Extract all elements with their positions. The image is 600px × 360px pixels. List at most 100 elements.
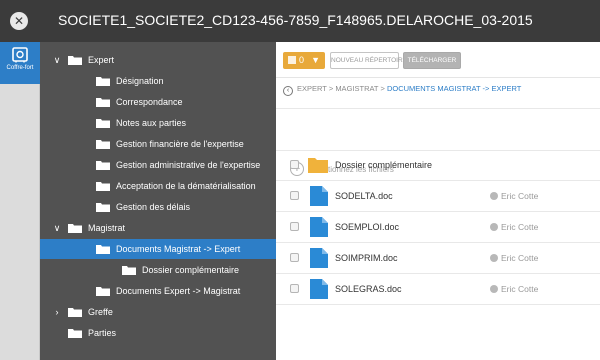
breadcrumb: ‹ EXPERT > MAGISTRAT > DOCUMENTS MAGISTRA… bbox=[283, 82, 521, 96]
tree-item-label: Gestion des délais bbox=[116, 202, 191, 212]
tree-item[interactable]: ∨ Expert bbox=[40, 50, 276, 70]
owner-name: Eric Cotte bbox=[501, 222, 539, 232]
breadcrumb-current: DOCUMENTS MAGISTRAT -> EXPERT bbox=[386, 84, 522, 93]
file-name[interactable]: Dossier complémentaire bbox=[335, 150, 432, 180]
tree-item[interactable]: › Greffe bbox=[40, 302, 276, 322]
file-row[interactable]: SOIMPRIM.doc Eric Cotte bbox=[276, 243, 600, 273]
file-owner: Eric Cotte bbox=[490, 243, 538, 273]
rail-item-label: Coffre-fort bbox=[6, 65, 34, 71]
window-title: SOCIETE1_SOCIETE2_CD123-456-7859_F148965… bbox=[58, 12, 533, 28]
file-row[interactable]: SOLEGRAS.doc Eric Cotte bbox=[276, 274, 600, 304]
row-checkbox[interactable] bbox=[290, 160, 299, 169]
tree-item[interactable]: Dossier complémentaire bbox=[40, 260, 276, 280]
chevron-down-icon[interactable]: ∨ bbox=[52, 218, 62, 238]
row-checkbox[interactable] bbox=[290, 253, 299, 262]
folder-icon bbox=[96, 287, 110, 296]
tree-item-label: Greffe bbox=[88, 307, 113, 317]
file-name[interactable]: SOLEGRAS.doc bbox=[335, 274, 402, 304]
file-panel: 0 ▼ NOUVEAU RÉPERTOIRE TÉLÉCHARGER ‹ EXPE… bbox=[276, 42, 600, 360]
folder-icon bbox=[96, 161, 110, 170]
breadcrumb-item[interactable]: MAGISTRAT bbox=[335, 84, 378, 93]
row-checkbox[interactable] bbox=[290, 284, 299, 293]
back-icon[interactable]: ‹ bbox=[283, 86, 293, 96]
folder-icon bbox=[96, 245, 110, 254]
folder-icon bbox=[68, 56, 82, 65]
download-button[interactable]: TÉLÉCHARGER bbox=[403, 52, 461, 69]
tree-item-label: Gestion financière de l'expertise bbox=[116, 139, 244, 149]
file-row[interactable]: SOEMPLOI.doc Eric Cotte bbox=[276, 212, 600, 242]
title-bar: ✕ SOCIETE1_SOCIETE2_CD123-456-7859_F1489… bbox=[0, 0, 600, 42]
folder-icon bbox=[68, 308, 82, 317]
file-row[interactable]: SODELTA.doc Eric Cotte bbox=[276, 181, 600, 211]
toolbar: 0 ▼ NOUVEAU RÉPERTOIRE TÉLÉCHARGER bbox=[276, 42, 600, 78]
user-icon bbox=[490, 192, 498, 200]
breadcrumb-item[interactable]: EXPERT bbox=[297, 84, 327, 93]
tree-item-label: Correspondance bbox=[116, 97, 183, 107]
tree-item[interactable]: Acceptation de la dématérialisation bbox=[40, 176, 276, 196]
tree-item-label: Documents Magistrat -> Expert bbox=[116, 244, 241, 254]
folder-icon bbox=[308, 158, 328, 173]
file-row[interactable]: Dossier complémentaire bbox=[276, 150, 600, 180]
tree-item-label: Expert bbox=[88, 55, 115, 65]
document-icon bbox=[310, 217, 328, 237]
tree-item[interactable]: Notes aux parties bbox=[40, 113, 276, 133]
divider bbox=[276, 304, 600, 305]
tree-item-label: Notes aux parties bbox=[116, 118, 187, 128]
chevron-right-icon[interactable]: › bbox=[52, 302, 62, 322]
user-icon bbox=[490, 223, 498, 231]
tree-item[interactable]: Correspondance bbox=[40, 92, 276, 112]
new-folder-button[interactable]: NOUVEAU RÉPERTOIRE bbox=[330, 52, 407, 69]
checkbox-icon bbox=[288, 56, 296, 64]
breadcrumb-separator: > bbox=[378, 84, 387, 93]
tree-item-label: Désignation bbox=[116, 76, 164, 86]
tree-item-label: Documents Expert -> Magistrat bbox=[116, 286, 241, 296]
folder-icon bbox=[96, 140, 110, 149]
tree-item[interactable]: Documents Expert -> Magistrat bbox=[40, 281, 276, 301]
folder-icon bbox=[96, 182, 110, 191]
close-icon[interactable]: ✕ bbox=[10, 12, 28, 30]
tree-item[interactable]: Parties bbox=[40, 323, 276, 343]
file-owner: Eric Cotte bbox=[490, 274, 538, 304]
file-owner: Eric Cotte bbox=[490, 181, 538, 211]
tree-item[interactable]: Gestion administrative de l'expertise bbox=[40, 155, 276, 175]
owner-name: Eric Cotte bbox=[501, 191, 539, 201]
divider bbox=[276, 108, 600, 109]
file-owner: Eric Cotte bbox=[490, 212, 538, 242]
row-checkbox[interactable] bbox=[290, 222, 299, 231]
user-icon bbox=[490, 254, 498, 262]
app-rail: Coffre-fort bbox=[0, 42, 40, 360]
document-icon bbox=[310, 248, 328, 268]
folder-icon bbox=[96, 119, 110, 128]
owner-name: Eric Cotte bbox=[501, 253, 539, 263]
selection-count: 0 bbox=[299, 55, 305, 65]
tree-item[interactable]: Désignation bbox=[40, 71, 276, 91]
file-name[interactable]: SOEMPLOI.doc bbox=[335, 212, 399, 242]
chevron-down-icon: ▼ bbox=[311, 55, 320, 65]
tree-item-label: Gestion administrative de l'expertise bbox=[116, 160, 261, 170]
tree-item-label: Dossier complémentaire bbox=[142, 265, 240, 275]
document-icon bbox=[310, 186, 328, 206]
tree-item-label: Magistrat bbox=[88, 223, 126, 233]
user-icon bbox=[490, 285, 498, 293]
folder-tree: ∨ Expert Désignation Correspondance Notes au… bbox=[40, 42, 276, 360]
folder-icon bbox=[68, 224, 82, 233]
tree-item[interactable]: Gestion des délais bbox=[40, 197, 276, 217]
tree-item[interactable]: Documents Magistrat -> Expert bbox=[40, 239, 276, 259]
selection-count-button[interactable]: 0 ▼ bbox=[283, 52, 325, 69]
tree-item[interactable]: ∨ Magistrat bbox=[40, 218, 276, 238]
owner-name: Eric Cotte bbox=[501, 284, 539, 294]
folder-icon bbox=[122, 266, 136, 275]
file-name[interactable]: SODELTA.doc bbox=[335, 181, 393, 211]
folder-icon bbox=[96, 98, 110, 107]
folder-icon bbox=[68, 329, 82, 338]
rail-item-coffre-fort[interactable]: Coffre-fort bbox=[0, 42, 40, 84]
file-name[interactable]: SOIMPRIM.doc bbox=[335, 243, 398, 273]
tree-item-label: Acceptation de la dématérialisation bbox=[116, 181, 256, 191]
row-checkbox[interactable] bbox=[290, 191, 299, 200]
document-icon bbox=[310, 279, 328, 299]
tree-item-label: Parties bbox=[88, 328, 117, 338]
chevron-down-icon[interactable]: ∨ bbox=[52, 50, 62, 70]
folder-icon bbox=[96, 77, 110, 86]
safe-icon bbox=[12, 47, 28, 63]
tree-item[interactable]: Gestion financière de l'expertise bbox=[40, 134, 276, 154]
